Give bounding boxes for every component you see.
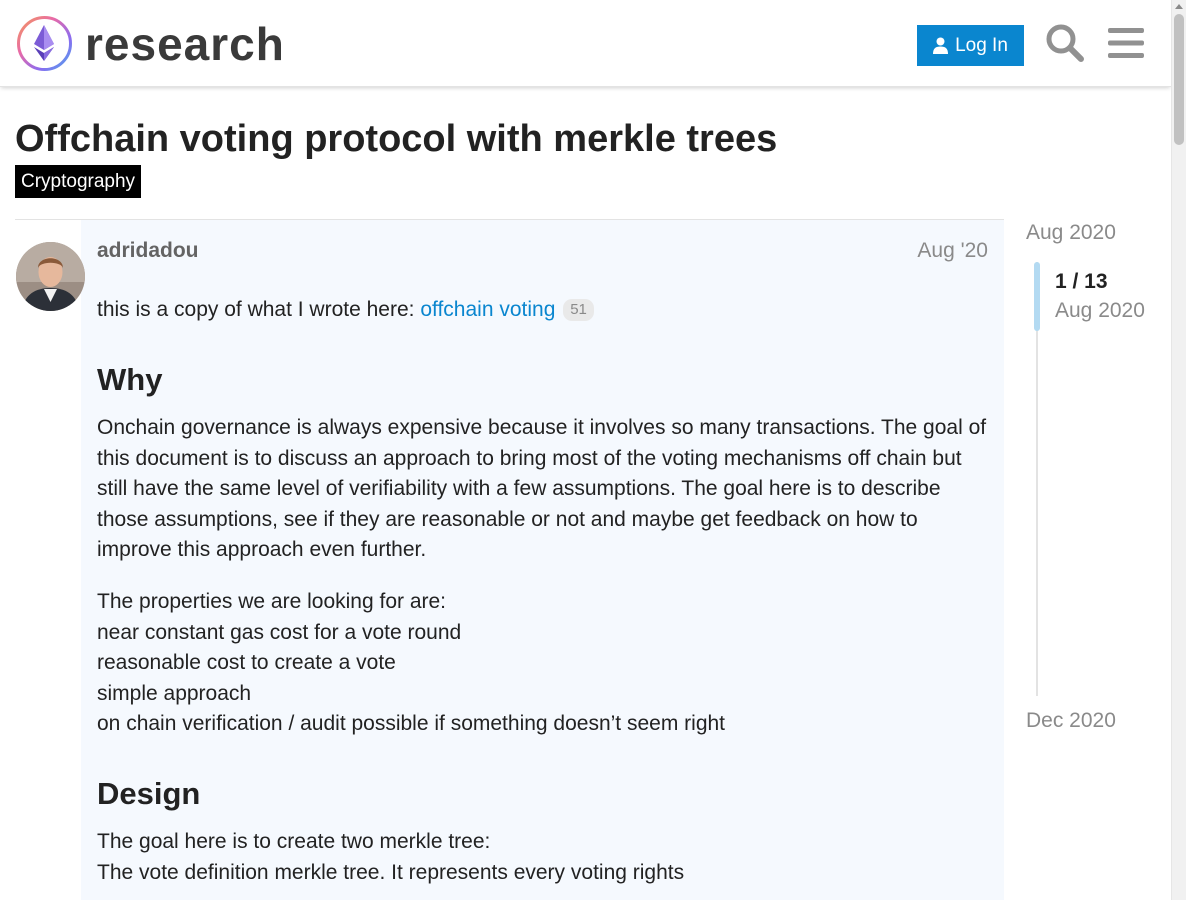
property-item: simple approach <box>97 681 252 705</box>
properties-paragraph: The properties we are looking for are: n… <box>97 587 987 739</box>
timeline-end-date[interactable]: Dec 2020 <box>1026 709 1116 733</box>
property-item: on chain verification / audit possible i… <box>97 712 726 736</box>
login-button-label: Log In <box>955 34 1008 56</box>
timeline-position: 1 / 13 <box>1055 270 1108 293</box>
site-name: research <box>85 17 285 70</box>
timeline-handle[interactable] <box>1034 262 1040 331</box>
why-paragraph: Onchain governance is always expensive b… <box>97 416 987 562</box>
intro-paragraph: this is a copy of what I wrote here: off… <box>97 295 987 325</box>
heading-design: Design <box>97 776 201 812</box>
offchain-voting-link[interactable]: offchain voting <box>420 298 555 321</box>
post-content: this is a copy of what I wrote here: off… <box>97 295 987 900</box>
post-username[interactable]: adridadou <box>97 239 199 263</box>
property-item: reasonable cost to create a vote <box>97 651 396 675</box>
scrollbar-thumb[interactable] <box>1174 14 1184 145</box>
user-icon <box>933 37 949 54</box>
site-header: research Log In <box>0 0 1171 87</box>
search-icon[interactable] <box>1042 20 1088 66</box>
topic-title: Offchain voting protocol with merkle tre… <box>15 118 778 160</box>
design-line: The goal here is to create two merkle tr… <box>97 830 491 854</box>
page-scrollbar[interactable] <box>1171 0 1186 900</box>
intro-text: this is a copy of what I wrote here: <box>97 298 421 321</box>
design-paragraph: The goal here is to create two merkle tr… <box>97 827 987 888</box>
properties-intro: The properties we are looking for are: <box>97 590 447 614</box>
post-date[interactable]: Aug '20 <box>917 239 988 263</box>
avatar[interactable] <box>16 242 85 311</box>
heading-why: Why <box>97 362 163 398</box>
category-badge[interactable]: Cryptography <box>15 165 142 198</box>
login-button[interactable]: Log In <box>917 25 1024 66</box>
property-item: near constant gas cost for a vote round <box>97 620 462 644</box>
site-logo[interactable]: research <box>16 15 285 72</box>
ethereum-logo-icon <box>17 16 72 71</box>
design-line: The vote definition merkle tree. It repr… <box>97 860 685 884</box>
timeline-current-date: Aug 2020 <box>1055 299 1145 322</box>
hamburger-menu-icon[interactable] <box>1103 20 1149 66</box>
timeline-start-date[interactable]: Aug 2020 <box>1026 221 1116 245</box>
scroll-up-arrow-icon[interactable] <box>1175 4 1183 9</box>
link-click-count: 51 <box>563 299 594 321</box>
